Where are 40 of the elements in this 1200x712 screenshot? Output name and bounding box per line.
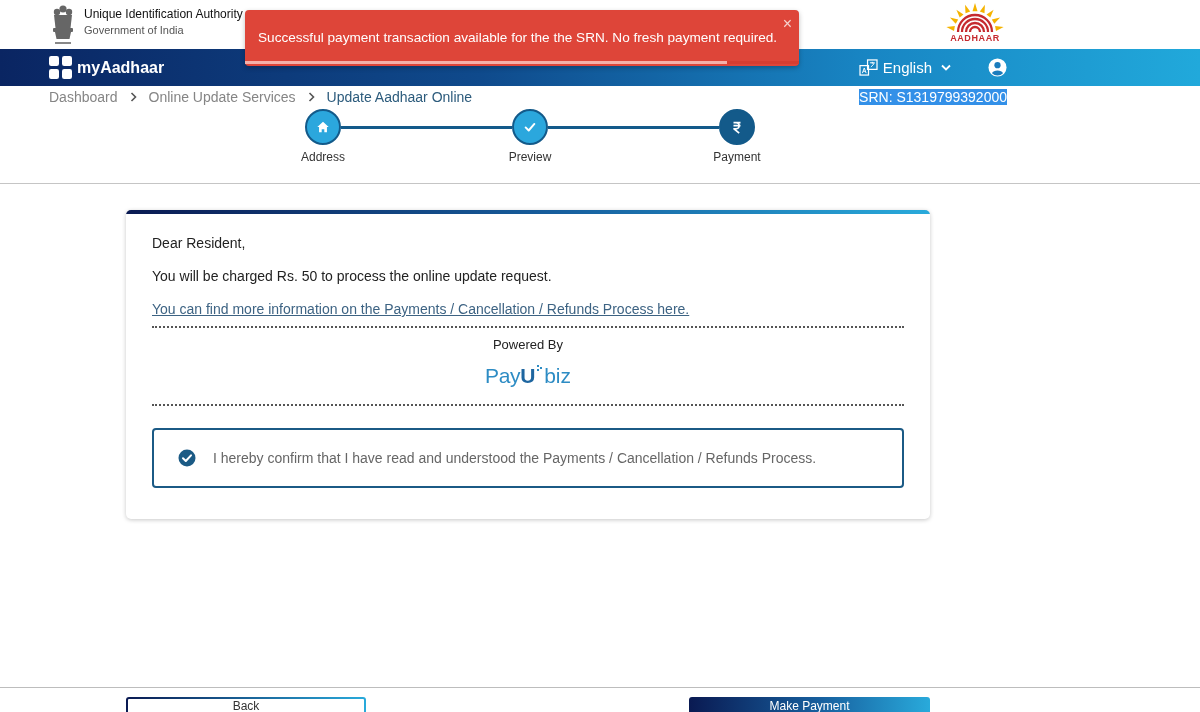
rupee-icon xyxy=(730,120,744,134)
toast-message: Successful payment transaction available for the the SRN. No fresh payment required. xyxy=(258,29,778,46)
step-indicator[interactable] xyxy=(305,109,341,145)
logo-wordmark: AADHAAR xyxy=(950,33,1000,43)
step-indicator[interactable] xyxy=(719,109,755,145)
powered-by-text: Powered By xyxy=(491,337,565,353)
breadcrumb-link[interactable]: Online Update Services xyxy=(148,89,296,105)
charge-text: You will be charged Rs. 50 to process the online update request. xyxy=(152,268,553,285)
sun-fingerprint-icon xyxy=(945,2,1005,33)
breadcrumb-current: Update Aadhaar Online xyxy=(326,89,473,105)
dots-icon xyxy=(536,365,544,371)
grid-icon[interactable] xyxy=(49,56,72,79)
close-button[interactable]: × xyxy=(782,16,793,32)
make-payment-button[interactable]: Make Payment xyxy=(689,697,930,712)
logo-suffix-text: biz xyxy=(544,365,571,387)
breadcrumb-link[interactable]: Dashboard xyxy=(49,89,118,105)
chevron-right-icon xyxy=(129,92,137,102)
translate-icon xyxy=(858,59,878,76)
step-label: Preview xyxy=(508,150,552,164)
provider-logo-text: PayU xyxy=(485,365,536,387)
emblem-icon xyxy=(50,4,76,45)
step-label: Address xyxy=(301,150,345,164)
user-icon xyxy=(988,58,1007,77)
checkbox[interactable] xyxy=(178,449,196,467)
home-icon xyxy=(316,120,330,134)
chevron-right-icon xyxy=(307,92,315,102)
profile-button[interactable] xyxy=(988,58,1007,77)
greeting-text: Dear Resident, xyxy=(152,235,247,252)
app-title: myAadhaar xyxy=(77,58,165,77)
info-link[interactable]: You can find more information on the Payments / Cancellation / Refunds Process here. xyxy=(152,301,690,318)
organization-subtitle: Government of India xyxy=(84,23,185,37)
organization-name: Unique Identification Authority xyxy=(84,6,243,22)
check-icon xyxy=(523,120,537,134)
step-label: Payment xyxy=(713,150,761,164)
language-dropdown[interactable]: English xyxy=(858,59,951,76)
confirmation-label: I hereby confirm that I have read and understood the Payments / Cancellation / Refunds Process. xyxy=(213,450,817,466)
srn-number: SRN: S1319799392000 xyxy=(859,89,1007,105)
chevron-down-icon xyxy=(941,64,951,71)
back-button[interactable]: Back xyxy=(126,697,366,712)
step-indicator[interactable] xyxy=(512,109,548,145)
